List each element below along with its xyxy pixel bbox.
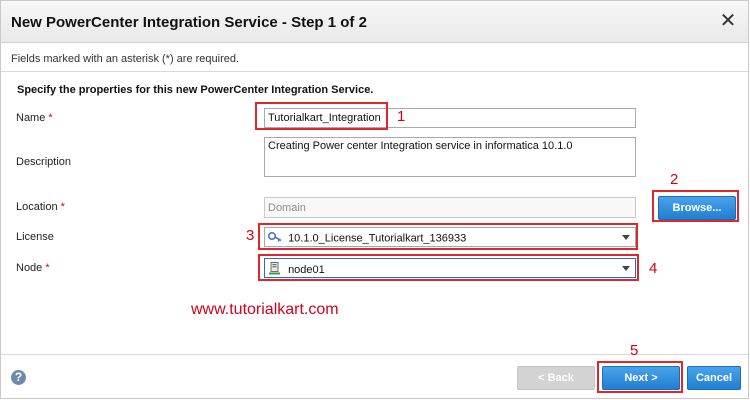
close-icon[interactable]: ✕ <box>718 11 738 31</box>
node-server-icon <box>268 262 282 278</box>
node-value: node01 <box>288 263 325 276</box>
annotation-number-5: 5 <box>630 342 639 359</box>
name-label: Name * <box>16 112 53 124</box>
browse-button[interactable]: Browse... <box>658 196 736 220</box>
form-intro: Specify the properties for this new Powe… <box>17 84 374 96</box>
key-icon <box>267 231 282 246</box>
dialog-title: New PowerCenter Integration Service - St… <box>11 14 367 31</box>
annotation-number-1: 1 <box>397 108 406 125</box>
license-value: 10.1.0_License_Tutorialkart_136933 <box>288 232 467 245</box>
new-integration-service-dialog: New PowerCenter Integration Service - St… <box>0 0 749 399</box>
back-button[interactable]: < Back <box>517 366 595 390</box>
chevron-down-icon <box>622 235 630 240</box>
chevron-down-icon <box>622 266 630 271</box>
license-label: License <box>16 231 54 243</box>
license-select[interactable]: 10.1.0_License_Tutorialkart_136933 <box>264 227 636 247</box>
dialog-titlebar: New PowerCenter Integration Service - St… <box>1 1 748 43</box>
description-label: Description <box>16 156 72 168</box>
annotation-number-3: 3 <box>246 227 255 244</box>
location-input[interactable] <box>264 197 636 218</box>
description-textarea[interactable]: Creating Power center Integration servic… <box>264 137 636 177</box>
location-required-asterisk: * <box>60 201 65 213</box>
location-label-text: Location <box>16 201 58 213</box>
node-select[interactable]: node01 <box>264 258 636 278</box>
name-input[interactable] <box>264 108 636 128</box>
node-required-asterisk: * <box>45 262 50 274</box>
required-fields-note: Fields marked with an asterisk (*) are r… <box>11 53 240 65</box>
next-button[interactable]: Next > <box>602 366 680 390</box>
annotation-number-2: 2 <box>670 171 679 188</box>
divider <box>1 71 748 72</box>
location-label: Location * <box>16 201 65 213</box>
cancel-button[interactable]: Cancel <box>687 366 741 390</box>
site-watermark: www.tutorialkart.com <box>191 301 339 318</box>
help-icon[interactable]: ? <box>11 370 26 385</box>
name-label-text: Name <box>16 112 46 124</box>
node-label-text: Node <box>16 262 43 274</box>
node-label: Node * <box>16 262 50 274</box>
name-required-asterisk: * <box>48 112 53 124</box>
annotation-number-4: 4 <box>649 260 658 277</box>
